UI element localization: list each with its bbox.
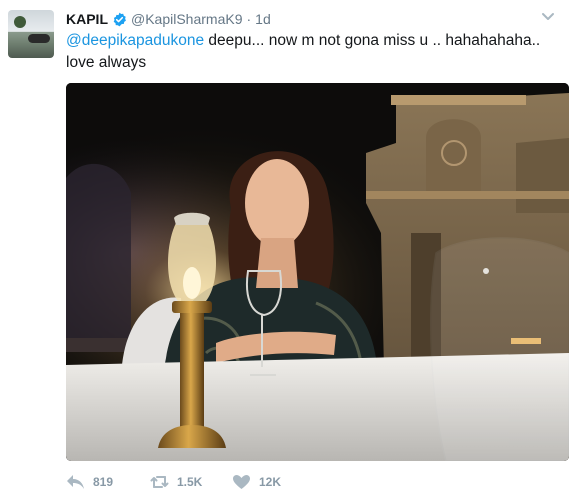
- fort-cornice: [391, 95, 526, 105]
- lamp-chimney-top: [174, 212, 210, 225]
- fort-dome: [426, 119, 481, 193]
- like-button[interactable]: 12K: [232, 474, 281, 490]
- timestamp[interactable]: 1d: [255, 11, 271, 27]
- lamp-stem: [180, 313, 204, 428]
- distant-dome: [66, 163, 131, 343]
- chevron-down-icon[interactable]: [541, 12, 555, 22]
- foreground-glass: [430, 237, 569, 461]
- user-handle[interactable]: @KapilSharmaK9: [131, 11, 243, 27]
- reply-count: 819: [93, 475, 114, 489]
- lamp-collar: [172, 301, 212, 313]
- mention-link[interactable]: @deepikapadukone: [66, 32, 204, 49]
- avatar-person: [28, 34, 50, 43]
- tweet-text: @deepikapadukone deepu... now m not gona…: [66, 30, 561, 74]
- woman-neck: [256, 238, 298, 288]
- avatar[interactable]: [8, 10, 54, 58]
- reply-icon: [67, 475, 84, 489]
- tweet-actions: 819 1.5K 12K: [66, 470, 281, 494]
- glass-reflection: [483, 268, 489, 274]
- like-count: 12K: [259, 475, 282, 489]
- separator-dot: ·: [246, 11, 252, 27]
- fort-ledge: [366, 191, 569, 199]
- avatar-tree: [14, 16, 26, 28]
- retweet-button[interactable]: 1.5K: [150, 474, 232, 490]
- verified-badge-icon: [112, 12, 127, 27]
- tweet: KAPIL @KapilSharmaK9 · 1d @deepikapaduko…: [0, 0, 569, 502]
- woman-face: [245, 159, 309, 247]
- fort-arch: [516, 138, 569, 213]
- tweet-photo[interactable]: [66, 83, 569, 461]
- retweet-icon: [150, 476, 169, 488]
- retweet-count: 1.5K: [177, 475, 203, 489]
- heart-icon: [233, 475, 250, 489]
- reply-button[interactable]: 819: [66, 474, 150, 490]
- display-name[interactable]: KAPIL: [66, 11, 108, 27]
- lamp-flame: [183, 267, 201, 299]
- tweet-header: KAPIL @KapilSharmaK9 · 1d: [66, 9, 271, 29]
